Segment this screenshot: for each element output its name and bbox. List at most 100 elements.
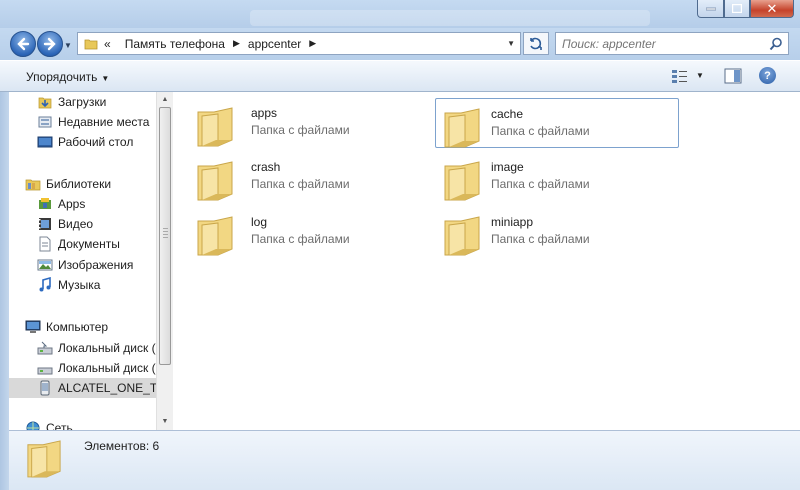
video-icon — [39, 218, 51, 230]
breadcrumb-separator-icon[interactable]: ▶ — [309, 38, 316, 49]
apps-library-icon — [39, 198, 51, 209]
item-count: Элементов: 6 — [84, 439, 160, 453]
nav-item-desktop[interactable]: Рабочий стол — [9, 132, 156, 152]
details-pane: Элементов: 6 — [9, 430, 800, 490]
nav-item-label: Загрузки — [58, 95, 107, 109]
nav-item-label: Библиотеки — [46, 177, 112, 191]
minimize-button[interactable] — [697, 0, 724, 18]
title-glow — [250, 10, 650, 26]
folder-type: Папка с файлами — [251, 232, 350, 246]
network-icon — [26, 421, 40, 430]
search-input[interactable] — [562, 36, 762, 51]
folder-icon — [27, 440, 61, 478]
nav-item-libraries[interactable]: Библиотеки — [9, 174, 156, 194]
nav-item-label: Компьютер — [46, 320, 109, 334]
nav-item-downloads[interactable]: Загрузки — [9, 92, 156, 112]
scroll-up-icon[interactable]: ▲ — [157, 92, 173, 108]
back-button[interactable] — [10, 31, 36, 57]
folder-icon — [444, 216, 480, 256]
close-icon: ✕ — [766, 1, 778, 16]
local-disk-icon — [37, 367, 53, 375]
address-bar[interactable]: « Память телефона ▶ appcenter ▶ ▼ — [77, 32, 521, 55]
scroll-down-icon[interactable]: ▼ — [157, 414, 173, 430]
organize-label: Упорядочить — [26, 70, 98, 84]
nav-item-label: Рабочий стол — [58, 135, 134, 149]
minimize-icon — [705, 7, 716, 10]
arrow-right-icon — [43, 37, 56, 51]
navigation-scrollbar[interactable]: ▲ ▼ — [156, 92, 173, 430]
nav-item-label: Документы — [58, 237, 120, 251]
file-list: apps Папка с файлами cache Папка с файла… — [173, 92, 800, 430]
chevron-down-icon: ▼ — [101, 74, 110, 83]
search-icon[interactable] — [769, 37, 783, 51]
maximize-button[interactable] — [724, 0, 750, 18]
nav-item-music[interactable]: Музыка — [9, 275, 156, 295]
folder-type: Папка с файлами — [491, 232, 590, 246]
maximize-icon — [732, 4, 742, 13]
nav-item-computer[interactable]: Компьютер — [9, 317, 156, 337]
folder-tile-apps[interactable]: apps Папка с файлами — [181, 98, 425, 148]
breadcrumb-phone-memory[interactable]: Память телефона — [125, 37, 225, 51]
nav-item-label: Видео — [58, 217, 94, 231]
recent-places-icon — [38, 116, 52, 128]
nav-item-pictures[interactable]: Изображения — [9, 255, 156, 275]
nav-item-apps[interactable]: Apps — [9, 194, 156, 214]
nav-item-label: Apps — [58, 197, 86, 211]
help-button[interactable]: ? — [759, 67, 776, 84]
refresh-icon — [530, 37, 542, 50]
navigation-pane: Загрузки Недавние места Рабочий стол Биб… — [9, 92, 156, 430]
folder-icon — [444, 108, 480, 148]
view-options-icon[interactable] — [671, 68, 689, 84]
recent-pages-dropdown[interactable]: ▼ — [64, 41, 72, 50]
folder-name: cache — [491, 107, 524, 121]
breadcrumb-overflow[interactable]: « — [104, 37, 111, 51]
folder-type: Папка с файлами — [491, 124, 590, 138]
local-disk-icon — [37, 341, 53, 355]
folder-icon — [84, 39, 98, 49]
nav-item-label: Изображения — [58, 258, 134, 272]
search-box[interactable] — [555, 32, 789, 55]
folder-icon — [197, 107, 233, 147]
folder-name: miniapp — [491, 215, 534, 229]
command-bar: Упорядочить ▼ ▼ ? — [0, 60, 800, 92]
downloads-icon — [38, 97, 52, 109]
nav-item-label: Музыка — [58, 278, 101, 292]
nav-item-network[interactable]: Сеть — [9, 418, 156, 430]
nav-item-label: ALCATEL_ONE_TO — [58, 381, 156, 395]
nav-item-video[interactable]: Видео — [9, 214, 156, 234]
forward-button[interactable] — [37, 31, 63, 57]
folder-tile-miniapp[interactable]: miniapp Папка с файлами — [428, 207, 672, 257]
refresh-button[interactable] — [523, 32, 549, 55]
computer-icon — [25, 320, 41, 333]
scrollbar-thumb[interactable] — [159, 107, 171, 365]
folder-tile-log[interactable]: log Папка с файлами — [181, 207, 425, 257]
nav-item-local-disk-1[interactable]: Локальный диск ( — [9, 338, 156, 358]
folder-name: apps — [251, 106, 278, 120]
breadcrumb-separator-icon[interactable]: ▶ — [233, 38, 240, 49]
folder-tile-crash[interactable]: crash Папка с файлами — [181, 152, 425, 202]
desktop-icon — [37, 136, 53, 148]
nav-item-alcatel-device[interactable]: ALCATEL_ONE_TO — [9, 378, 156, 398]
view-dropdown-icon[interactable]: ▼ — [696, 71, 704, 80]
pictures-icon — [37, 259, 53, 271]
breadcrumb-appcenter[interactable]: appcenter — [248, 37, 301, 51]
folder-tile-image[interactable]: image Папка с файлами — [428, 152, 672, 202]
nav-item-local-disk-2[interactable]: Локальный диск ( — [9, 358, 156, 378]
folder-tile-cache[interactable]: cache Папка с файлами — [435, 98, 679, 148]
arrow-left-icon — [17, 37, 30, 51]
breadcrumb: « Память телефона ▶ appcenter ▶ — [104, 37, 324, 51]
nav-item-label: Локальный диск ( — [58, 361, 156, 375]
folder-icon — [197, 216, 233, 256]
folder-name: image — [491, 160, 524, 174]
nav-item-recent-places[interactable]: Недавние места — [9, 112, 156, 132]
folder-name: log — [251, 215, 268, 229]
preview-pane-icon[interactable] — [724, 68, 742, 84]
music-icon — [39, 277, 51, 292]
nav-item-documents[interactable]: Документы — [9, 234, 156, 254]
close-button[interactable]: ✕ — [750, 0, 794, 18]
folder-type: Папка с файлами — [251, 177, 350, 191]
window-left-frame — [0, 92, 9, 490]
organize-menu-button[interactable]: Упорядочить ▼ — [26, 70, 109, 84]
address-dropdown-icon[interactable]: ▼ — [507, 39, 515, 48]
portable-device-icon — [40, 380, 50, 396]
